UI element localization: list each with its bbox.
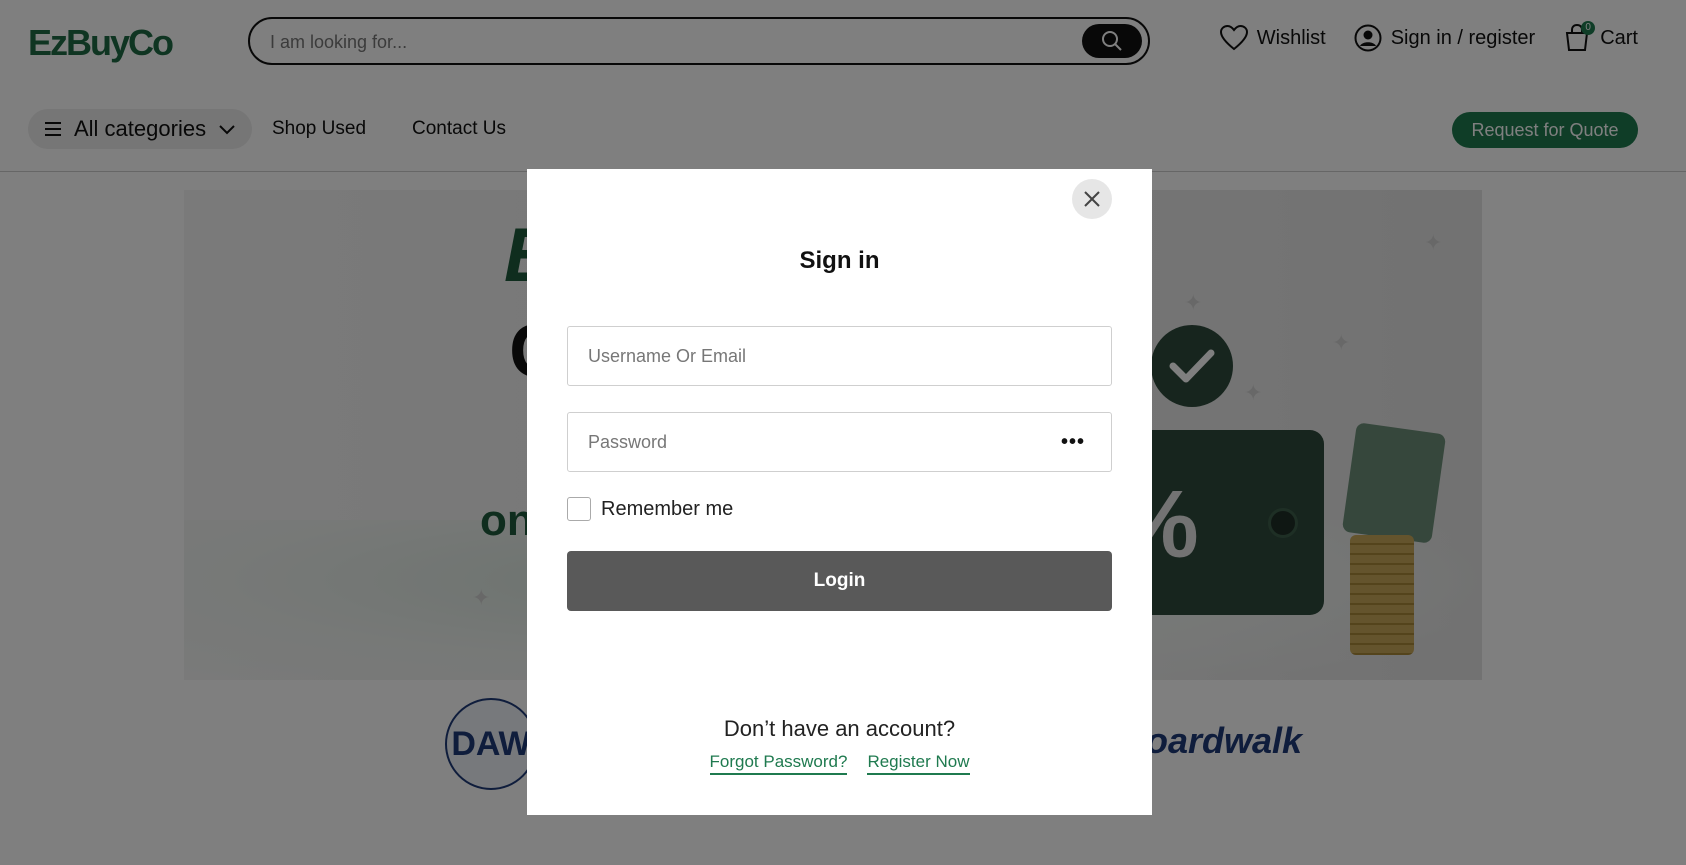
password-toggle-icon[interactable]: ••• [1061, 431, 1085, 454]
username-placeholder: Username Or Email [588, 346, 747, 366]
remember-label[interactable]: Remember me [601, 498, 733, 521]
no-account-text: Don’t have an account? [723, 716, 956, 741]
modal-links: Forgot Password? Register Now [527, 752, 1152, 775]
register-now-link[interactable]: Register Now [867, 752, 970, 775]
login-button[interactable]: Login [567, 551, 1112, 611]
remember-me[interactable]: Remember me [567, 497, 733, 521]
password-field[interactable]: Password ••• [567, 412, 1112, 472]
password-placeholder: Password [588, 432, 668, 452]
remember-checkbox[interactable] [567, 497, 591, 521]
forgot-password-link[interactable]: Forgot Password? [709, 752, 848, 775]
modal-title: Sign in [799, 247, 880, 274]
close-icon [1084, 191, 1100, 207]
close-button[interactable] [1072, 179, 1112, 219]
username-field[interactable]: Username Or Email [567, 326, 1112, 386]
signin-modal: Sign in Username Or Email Password ••• R… [527, 169, 1152, 815]
